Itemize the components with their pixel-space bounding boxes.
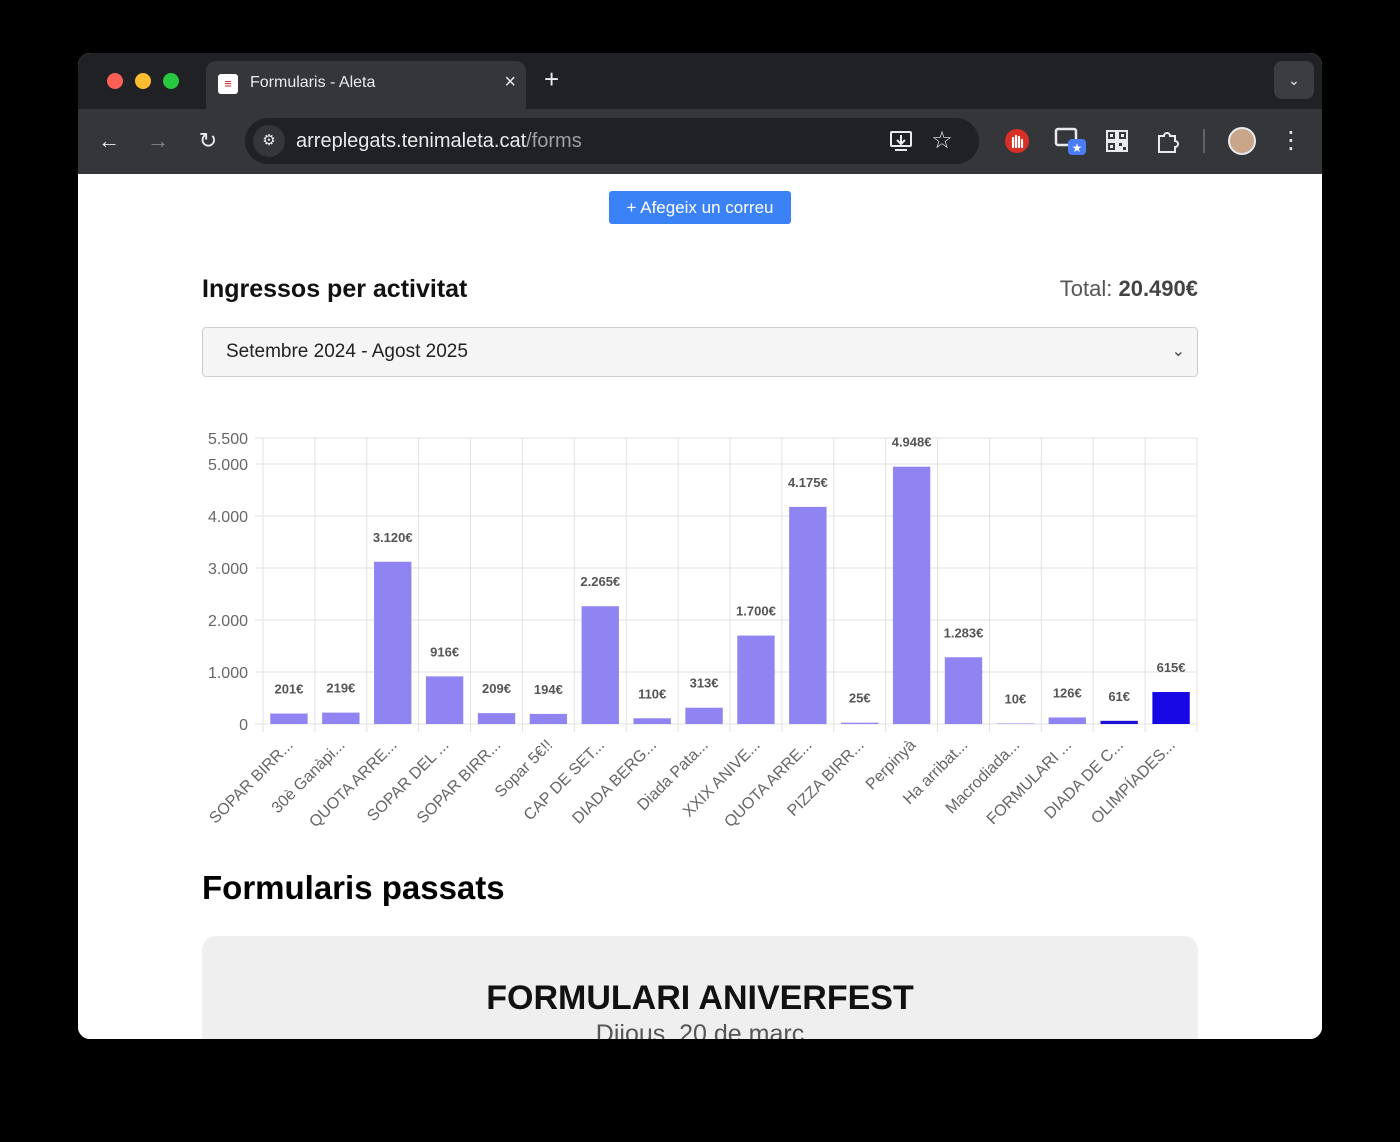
browser-toolbar: ← → ↻ ⚙ arreplegats.tenimaleta.cat/forms… <box>78 109 1322 174</box>
y-tick-label: 4.000 <box>208 509 248 526</box>
form-card-title: FORMULARI ANIVERFEST <box>486 979 914 1017</box>
bar-data-label: 4.948€ <box>892 435 932 450</box>
y-tick-label: 0 <box>239 717 248 734</box>
chart-bar <box>322 712 360 724</box>
ublock-extension-icon[interactable] <box>1004 128 1030 154</box>
bar-data-label: 194€ <box>534 682 563 697</box>
site-settings-icon[interactable]: ⚙ <box>253 125 285 157</box>
x-tick-label: QUOTA ARRE... <box>306 737 400 831</box>
minimize-window-button[interactable] <box>135 73 151 89</box>
chart-bar <box>270 713 308 724</box>
bar-data-label: 126€ <box>1053 685 1082 700</box>
extensions-puzzle-icon[interactable] <box>1155 128 1181 154</box>
chart-bar <box>944 657 983 724</box>
chart-bar <box>789 506 827 724</box>
past-forms-title: Formularis passats <box>202 869 505 906</box>
svg-text:★: ★ <box>1072 141 1083 155</box>
total-value: 20.490€ <box>1118 276 1198 301</box>
period-select[interactable]: Setembre 2024 - Agost 2025 ⌄ <box>202 327 1198 377</box>
forward-arrow-icon[interactable]: → <box>143 126 173 156</box>
x-tick-label: QUOTA ARRE... <box>721 737 815 831</box>
add-email-button[interactable]: + Afegeix un correu <box>609 191 791 224</box>
url-text: arreplegats.tenimaleta.cat/forms <box>296 130 582 153</box>
bar-data-label: 4.175€ <box>788 475 828 490</box>
income-bar-chart: 01.0002.0003.0004.0005.0005.500201€SOPAR… <box>206 431 1198 831</box>
y-tick-label: 3.000 <box>208 561 248 578</box>
x-tick-label: OLIMPÍADES... <box>1087 735 1179 827</box>
y-tick-label: 5.500 <box>208 431 248 448</box>
chart-bar <box>425 676 464 724</box>
url-host: arreplegats.tenimaleta.cat <box>296 130 527 152</box>
chart-bar <box>1048 717 1086 724</box>
tab-close-icon[interactable]: × <box>504 72 516 92</box>
back-arrow-icon[interactable]: ← <box>94 126 124 156</box>
bar-data-label: 10€ <box>1005 691 1027 706</box>
reload-icon[interactable]: ↻ <box>193 126 223 156</box>
tab-title: Formularis - Aleta <box>250 74 376 91</box>
chart-bar <box>374 561 412 724</box>
y-tick-label: 1.000 <box>208 665 248 682</box>
chart-bar <box>685 707 723 724</box>
chart-bar <box>581 606 619 724</box>
bar-data-label: 201€ <box>274 682 303 697</box>
bar-data-label: 219€ <box>326 681 355 696</box>
browser-window: ≡ Formularis - Aleta × + ⌄ ← → ↻ ⚙ arrep… <box>78 53 1322 1039</box>
bar-data-label: 209€ <box>482 681 511 696</box>
tab-search-chevron-icon[interactable]: ⌄ <box>1274 61 1314 99</box>
zoom-window-button[interactable] <box>163 73 179 89</box>
chart-bar <box>996 723 1035 724</box>
total-summary: Total: 20.490€ <box>1060 276 1198 302</box>
chart-bar <box>1100 720 1138 724</box>
total-label: Total: <box>1059 276 1113 301</box>
form-card-date: Dijous, 20 de març <box>595 1020 805 1039</box>
chart-bar <box>633 718 671 724</box>
bar-data-label: 1.283€ <box>944 625 984 640</box>
chart-bar <box>892 466 931 724</box>
bar-data-label: 313€ <box>690 676 719 691</box>
url-path: /forms <box>526 130 582 152</box>
form-card[interactable]: FORMULARI ANIVERFEST Dijous, 20 de març <box>202 936 1198 1039</box>
y-tick-label: 2.000 <box>208 613 248 630</box>
site-favicon-icon: ≡ <box>218 74 238 94</box>
address-bar[interactable]: ⚙ arreplegats.tenimaleta.cat/forms ☆ <box>245 118 979 164</box>
chart-bar <box>477 713 516 724</box>
tab-active[interactable]: ≡ Formularis - Aleta × <box>206 61 526 109</box>
bar-data-label: 25€ <box>849 691 871 706</box>
close-window-button[interactable] <box>107 73 123 89</box>
bar-data-label: 110€ <box>638 686 666 701</box>
toolbar-divider <box>1203 129 1205 153</box>
chart-bar <box>737 635 775 724</box>
browser-menu-icon[interactable]: ⋮ <box>1276 126 1306 156</box>
bar-data-label: 2.265€ <box>580 574 620 589</box>
bar-data-label: 615€ <box>1157 660 1186 675</box>
section-title: Ingressos per activitat <box>202 275 468 303</box>
bar-data-label: 1.700€ <box>736 604 776 619</box>
chart-bar <box>529 713 568 724</box>
tab-bar: ≡ Formularis - Aleta × + ⌄ <box>78 53 1322 109</box>
y-tick-label: 5.000 <box>208 457 248 474</box>
page-content: + Afegeix un correu Ingressos per activi… <box>78 174 1322 1039</box>
chart-bar <box>1152 692 1190 724</box>
install-app-icon[interactable] <box>889 130 915 152</box>
chevron-down-icon: ⌄ <box>1171 343 1185 360</box>
new-tab-plus-icon[interactable]: + <box>544 65 559 93</box>
qr-code-icon[interactable] <box>1105 129 1129 153</box>
chart-bar <box>841 722 879 724</box>
bar-data-label: 3.120€ <box>373 530 413 545</box>
period-select-value: Setembre 2024 - Agost 2025 <box>226 341 468 362</box>
window-extension-icon[interactable]: ★ <box>1054 125 1088 157</box>
bookmark-star-icon[interactable]: ☆ <box>927 126 957 156</box>
bar-data-label: 916€ <box>430 644 459 659</box>
bar-data-label: 61€ <box>1108 689 1130 704</box>
profile-avatar[interactable] <box>1228 127 1256 155</box>
